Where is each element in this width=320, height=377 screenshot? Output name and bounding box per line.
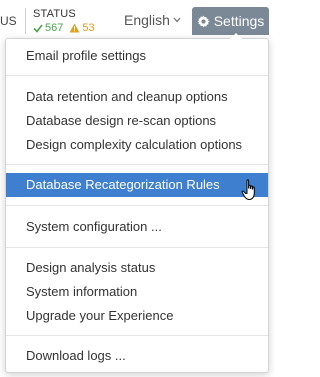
menu-item-upgrade-experience[interactable]: Upgrade your Experience <box>6 304 268 328</box>
menu-item-email-profile-settings[interactable]: Email profile settings <box>6 44 268 68</box>
menu-item-download-logs[interactable]: Download logs ... <box>6 344 268 368</box>
language-selector[interactable]: English <box>124 12 181 28</box>
menu-divider <box>6 75 268 76</box>
gear-icon <box>197 15 210 27</box>
menu-divider <box>6 164 268 165</box>
dropdown-caret <box>230 33 242 39</box>
divider <box>25 8 26 34</box>
status-values: 567 53 <box>33 21 95 35</box>
checkmark-icon <box>33 24 43 33</box>
chevron-down-icon <box>173 17 181 23</box>
ok-count-value: 567 <box>45 22 64 34</box>
warning-triangle-icon <box>69 23 80 33</box>
menu-divider <box>6 205 268 206</box>
menu-divider <box>6 335 268 336</box>
menu-item-database-recategorization-rules[interactable]: Database Recategorization Rules <box>6 173 268 197</box>
settings-button[interactable]: Settings <box>192 7 269 35</box>
status-label: STATUS <box>33 8 76 20</box>
menu-item-system-information[interactable]: System information <box>6 280 268 304</box>
warning-count-value: 53 <box>82 22 95 34</box>
menu-item-design-analysis-status[interactable]: Design analysis status <box>6 256 268 280</box>
settings-dropdown-menu: Email profile settings Data retention an… <box>5 38 269 373</box>
language-label: English <box>124 12 170 28</box>
menu-item-database-rescan[interactable]: Database design re-scan options <box>6 109 268 133</box>
menu-divider <box>6 247 268 248</box>
hand-pointer-cursor-icon <box>241 179 255 201</box>
nav-fragment[interactable]: US <box>0 14 17 28</box>
status-indicator[interactable]: STATUS 567 53 <box>33 8 95 35</box>
menu-item-data-retention[interactable]: Data retention and cleanup options <box>6 85 268 109</box>
menu-item-design-complexity[interactable]: Design complexity calculation options <box>6 133 268 157</box>
warning-count: 53 <box>69 21 95 35</box>
menu-item-system-configuration[interactable]: System configuration ... <box>6 215 268 239</box>
ok-count: 567 <box>33 21 63 35</box>
settings-label: Settings <box>213 13 265 29</box>
